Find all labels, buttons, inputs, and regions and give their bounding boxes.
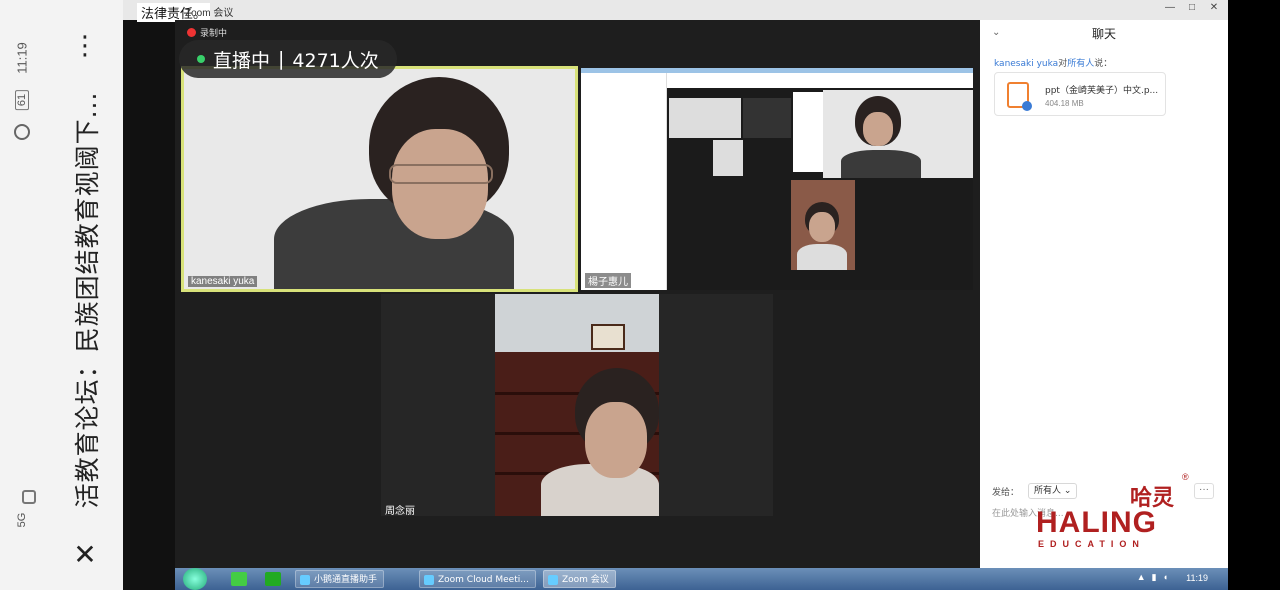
start-button[interactable] <box>183 568 207 590</box>
tile-padding <box>381 294 495 516</box>
video-title: 活教育论坛：民族团结教育视阈下... <box>73 91 102 509</box>
more-button[interactable]: ··· <box>1194 483 1214 499</box>
alarm-icon <box>14 124 30 140</box>
tray-volume-icon[interactable]: ◖ <box>1163 572 1168 583</box>
zoom-window-title: Zoom 会议 <box>185 8 234 19</box>
recording-label: 录制中 <box>200 28 228 38</box>
video-tile-screenshare[interactable]: 楊子惠儿 <box>581 68 973 290</box>
letterbox-right <box>1228 0 1280 590</box>
video-tile-bottom[interactable] <box>495 294 659 516</box>
participant-name: 楊子惠儿 <box>585 273 631 288</box>
glasses <box>389 164 493 184</box>
mini-tile <box>669 98 741 138</box>
app-icon[interactable] <box>231 572 247 586</box>
tray-up-icon[interactable]: ▲ <box>1137 572 1146 583</box>
participant-name: 周念丽 <box>385 506 415 517</box>
taskbar-item-zoom-cloud[interactable]: Zoom Cloud Meeti... <box>419 570 536 588</box>
video-tile-main[interactable]: kanesaki yuka <box>181 66 578 292</box>
close-icon[interactable]: ✕ <box>70 540 100 570</box>
media-play-icon[interactable] <box>265 572 281 586</box>
file-icon <box>1007 82 1032 111</box>
live-badge: 直播中 | 4271人次 <box>179 40 397 78</box>
person-face <box>392 129 488 239</box>
mini-tile <box>713 140 743 176</box>
person-face <box>585 402 647 478</box>
tray-network-icon[interactable]: ▮ <box>1152 572 1157 583</box>
system-tray: ▲ ▮ ◖ <box>1137 572 1168 583</box>
tile-padding <box>659 294 773 516</box>
recipient-value: 所有人 <box>1034 486 1062 496</box>
record-icon <box>187 28 196 37</box>
more-menu-icon[interactable]: ⋮ <box>72 32 98 62</box>
watermark-logo-en: HALING <box>1036 506 1157 539</box>
mini-tile <box>743 98 791 138</box>
mini-tile <box>791 180 855 270</box>
participant-name: kanesaki yuka <box>188 276 258 287</box>
divider: | <box>278 48 285 70</box>
chat-said: 说： <box>1094 59 1113 69</box>
chat-sender: kanesaki yuka <box>994 59 1059 69</box>
live-label: 直播中 <box>213 49 271 72</box>
battery-icon: 61 <box>15 89 29 111</box>
recording-indicator: 录制中 <box>187 26 227 39</box>
file-attachment[interactable]: ppt（金崎芙美子）中文.p... 404.18 MB <box>994 72 1166 116</box>
status-time: 11:19 <box>14 42 30 74</box>
taskbar-clock: 11:19 <box>1186 573 1208 583</box>
minimize-icon[interactable]: — <box>1162 2 1178 14</box>
windows-taskbar: 小鹅通直播助手 Zoom Cloud Meeti... Zoom 会议 ▲ ▮ … <box>175 568 1228 590</box>
view-count: 4271人次 <box>292 49 379 72</box>
file-name: ppt（金崎芙美子）中文.p... <box>1045 86 1159 96</box>
chat-recipient: 所有人 <box>1067 59 1095 69</box>
maximize-icon[interactable]: □ <box>1184 2 1200 14</box>
window-titlebar: 法律责任。 Zoom 会议 — □ ✕ <box>123 0 1228 22</box>
taskbar-item-zoom-meeting[interactable]: Zoom 会议 <box>543 570 616 588</box>
file-size: 404.18 MB <box>1045 99 1084 108</box>
recipient-select[interactable]: 所有人 ⌄ <box>1028 483 1078 499</box>
share-left-pane <box>581 73 667 290</box>
watermark-reg: ® <box>1182 472 1189 482</box>
chat-to: 对 <box>1058 59 1068 69</box>
taskbar-item-live-assistant[interactable]: 小鹅通直播助手 <box>295 570 385 588</box>
meeting-area: 录制中 kanesaki yuka 直播中 | 4271人次 楊子惠儿 周念丽 <box>175 20 980 568</box>
desktop-screen: 法律责任。 Zoom 会议 — □ ✕ 录制中 kanesaki yuka 直播… <box>123 0 1228 590</box>
phone-status-strip: ⋮ 11:19 61 活教育论坛：民族团结教育视阈下... 5G ✕ <box>0 0 123 590</box>
mini-tile <box>793 92 823 172</box>
hd-icon <box>22 490 36 504</box>
mini-tile-speaker <box>823 90 973 178</box>
chat-sender-line: kanesaki yuka对所有人说： <box>994 56 1112 69</box>
live-dot-icon <box>197 55 205 63</box>
watermark-education: EDUCATION <box>1038 539 1145 549</box>
picture-frame <box>591 324 625 350</box>
chat-title: 聊天 <box>1091 27 1116 41</box>
send-to-label: 发给： <box>992 488 1020 498</box>
signal-icon: 5G <box>16 512 28 528</box>
chat-panel: ⌄ 聊天 kanesaki yuka对所有人说： ppt（金崎芙美子）中文.p.… <box>980 20 1228 568</box>
close-window-icon[interactable]: ✕ <box>1206 2 1222 14</box>
